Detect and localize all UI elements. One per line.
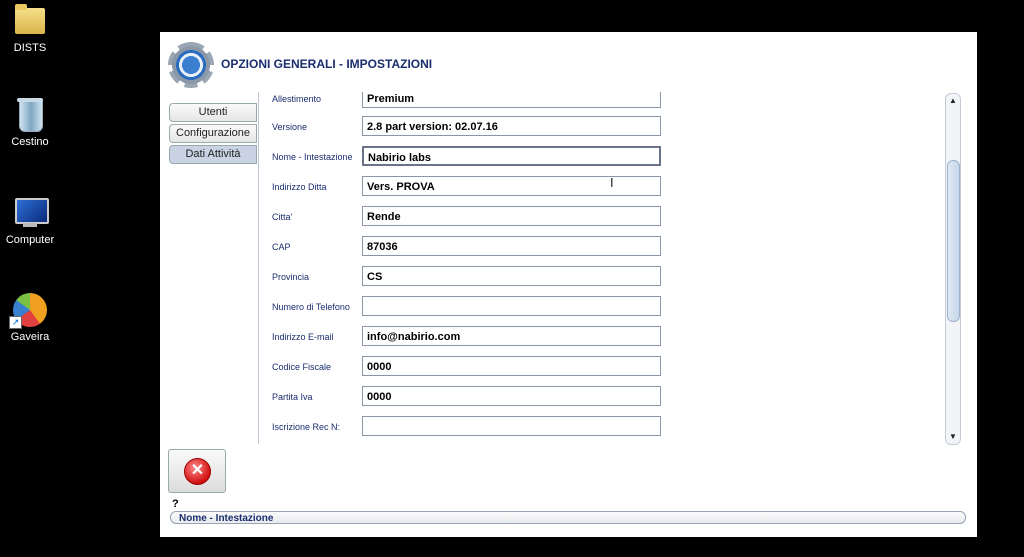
codice-fiscale-field[interactable]: 0000 <box>362 356 661 376</box>
help-indicator: ? <box>172 498 179 510</box>
form-row-partita-iva: Partita Iva 0000 <box>270 386 810 410</box>
partita-iva-field[interactable]: 0000 <box>362 386 661 406</box>
tab-utenti[interactable]: Utenti <box>169 103 257 122</box>
desktop-icon-computer[interactable]: Computer <box>0 196 60 246</box>
form-row-indirizzo-ditta: Indirizzo Ditta Vers. PROVA <box>270 176 810 200</box>
tab-list: Utenti Configurazione Dati Attività <box>169 103 257 166</box>
tab-divider <box>258 92 259 444</box>
status-bar: Nome - Intestazione <box>170 511 966 524</box>
form-row-citta: Citta' Rende <box>270 206 810 230</box>
desktop-icon-gaveira[interactable]: ↗ Gaveira <box>0 293 60 343</box>
form-row-versione: Versione 2.8 part version: 02.07.16 <box>270 116 810 140</box>
tab-configurazione[interactable]: Configurazione <box>169 124 257 143</box>
citta-field[interactable]: Rende <box>362 206 661 226</box>
form-row-allestimento: Allestimento Premium <box>270 92 810 112</box>
provincia-field[interactable]: CS <box>362 266 661 286</box>
form-row-cap: CAP 87036 <box>270 236 810 260</box>
nome-intestazione-field[interactable]: Nabirio labs <box>362 146 661 166</box>
iscrizione-rec-field[interactable] <box>362 416 661 436</box>
close-button[interactable]: ✕ <box>168 449 226 493</box>
field-label: Provincia <box>272 272 310 282</box>
field-label: Versione <box>272 122 308 132</box>
scroll-down-arrow-icon[interactable]: ▼ <box>946 431 960 443</box>
folder-icon <box>13 4 47 38</box>
window-header: OPZIONI GENERALI - IMPOSTAZIONI <box>168 42 668 88</box>
field-label: Codice Fiscale <box>272 362 332 372</box>
desktop-icon-label: Cestino <box>11 136 49 148</box>
desktop-icon-label: Gaveira <box>10 331 50 343</box>
form-row-provincia: Provincia CS <box>270 266 810 290</box>
company-data-form: Allestimento Premium Versione 2.8 part v… <box>270 92 810 442</box>
form-row-telefono: Numero di Telefono <box>270 296 810 320</box>
allestimento-field[interactable]: Premium <box>362 92 661 108</box>
field-label: Numero di Telefono <box>272 302 350 312</box>
scrollbar-thumb[interactable] <box>947 160 960 322</box>
email-field[interactable]: info@nabirio.com <box>362 326 661 346</box>
pie-chart-app-icon: ↗ <box>9 293 47 329</box>
desktop-icon-label: DISTS <box>13 42 47 54</box>
gear-icon <box>168 42 214 88</box>
shortcut-arrow-icon: ↗ <box>9 316 22 329</box>
settings-window: OPZIONI GENERALI - IMPOSTAZIONI Utenti C… <box>160 32 977 537</box>
form-row-codice-fiscale: Codice Fiscale 0000 <box>270 356 810 380</box>
close-icon: ✕ <box>184 458 211 485</box>
field-label: Iscrizione Rec N: <box>272 422 341 432</box>
field-label: Allestimento <box>272 94 322 104</box>
form-row-nome-intestazione: Nome - Intestazione Nabirio labs <box>270 146 810 170</box>
field-label: Indirizzo Ditta <box>272 182 327 192</box>
vertical-scrollbar[interactable]: ▲ ▼ <box>945 93 961 445</box>
form-row-email: Indirizzo E-mail info@nabirio.com <box>270 326 810 350</box>
field-label: Indirizzo E-mail <box>272 332 334 342</box>
field-label: Partita Iva <box>272 392 313 402</box>
desktop-icon-dists[interactable]: DISTS <box>0 4 60 54</box>
desktop-icon-label: Computer <box>5 234 55 246</box>
form-row-iscrizione-rec: Iscrizione Rec N: <box>270 416 810 440</box>
desktop-icon-recycle-bin[interactable]: Cestino <box>0 98 60 148</box>
field-label: Nome - Intestazione <box>272 152 353 162</box>
versione-field[interactable]: 2.8 part version: 02.07.16 <box>362 116 661 136</box>
field-label: Citta' <box>272 212 293 222</box>
cap-field[interactable]: 87036 <box>362 236 661 256</box>
indirizzo-ditta-field[interactable]: Vers. PROVA <box>362 176 661 196</box>
telefono-field[interactable] <box>362 296 661 316</box>
scroll-up-arrow-icon[interactable]: ▲ <box>946 95 960 107</box>
text-cursor-icon: I <box>610 175 614 190</box>
window-title: OPZIONI GENERALI - IMPOSTAZIONI <box>221 57 433 71</box>
field-label: CAP <box>272 242 291 252</box>
computer-icon <box>13 196 49 230</box>
tab-dati-attivita[interactable]: Dati Attività <box>169 145 257 164</box>
recycle-bin-icon <box>13 98 47 132</box>
